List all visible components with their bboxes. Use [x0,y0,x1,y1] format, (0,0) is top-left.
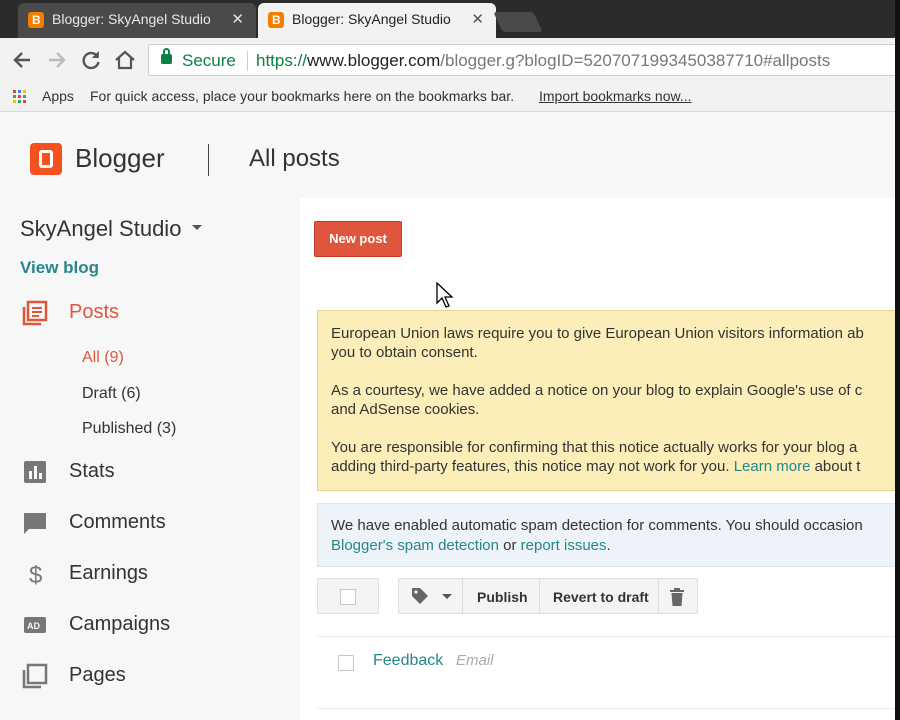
page-title: All posts [249,145,340,172]
sidebar-item-label: Posts [69,301,120,323]
ad-icon: AD [22,612,48,638]
eu-cookie-notice: European Union laws require you to give … [317,310,900,491]
spam-detection-notice: We have enabled automatic spam detection… [317,503,900,567]
notice-text: and AdSense cookies. [331,401,480,418]
label-tag-icon[interactable] [411,587,429,610]
table-row[interactable]: Feedback Email [317,636,900,690]
tab-title: Blogger: SkyAngel Studio [52,11,211,27]
notice-text: adding third-party features, this notice… [331,457,900,476]
browser-tab[interactable]: Blogger: SkyAngel Studio ✕ [18,3,256,38]
notice-text-fragment: about t [810,458,861,475]
button-divider [539,579,540,613]
sidebar-item-comments[interactable]: Comments [0,506,300,542]
svg-text:AD: AD [27,621,40,631]
header-divider [208,144,209,176]
button-divider [462,579,463,613]
sidebar-item-pages[interactable]: Pages [0,659,300,695]
import-bookmarks-link[interactable]: Import bookmarks now... [539,88,692,104]
reload-icon[interactable] [77,46,105,74]
sidebar-item-label: Stats [69,460,115,482]
notice-text-fragment: or [498,537,521,554]
dollar-icon: $ [22,561,48,589]
forward-icon[interactable] [43,46,71,74]
brand-name[interactable]: Blogger [75,143,165,174]
spam-detection-link[interactable]: Blogger's spam detection [331,537,499,554]
apps-grid-icon[interactable] [13,90,27,104]
revert-to-draft-button[interactable]: Revert to draft [553,589,649,605]
trash-icon[interactable] [670,588,684,611]
posts-icon [22,300,48,326]
view-blog-link[interactable]: View blog [20,258,99,278]
browser-toolbar: Secure https://www.blogger.com/blogger.g… [0,38,900,82]
row-checkbox[interactable] [338,655,354,671]
sidebar-subitem-published[interactable]: Published (3) [82,420,176,438]
blogger-favicon-icon [28,12,44,28]
omnibox-separator [247,51,248,71]
notice-text-fragment: We have enabled automatic spam detection… [331,517,863,534]
notice-text: you to obtain consent. [331,344,478,361]
sidebar-item-campaigns[interactable]: AD Campaigns [0,608,300,644]
sidebar-item-earnings[interactable]: $ Earnings [0,557,300,593]
chevron-down-icon[interactable] [192,225,202,230]
pages-icon [22,663,48,689]
sidebar-subitem-draft[interactable]: Draft (6) [82,385,141,403]
row-divider [317,708,900,709]
tab-title: Blogger: SkyAngel Studio [292,11,451,27]
sidebar-item-stats[interactable]: Stats [0,455,300,491]
sidebar-item-label: Comments [69,511,166,533]
close-tab-icon[interactable]: ✕ [231,10,244,28]
bookmarks-hint: For quick access, place your bookmarks h… [90,88,515,104]
blogger-favicon-icon [268,12,284,28]
address-bar[interactable]: Secure https://www.blogger.com/blogger.g… [148,44,900,76]
sidebar-item-label: Pages [69,664,126,686]
chevron-down-icon[interactable] [442,594,452,599]
sidebar-item-posts[interactable]: Posts [0,296,300,332]
report-issues-link[interactable]: report issues [521,537,607,554]
url-host: www.blogger.com [307,51,441,70]
notice-text-fragment: . [606,537,611,554]
lock-icon [161,48,172,64]
select-all-checkbox[interactable] [340,589,356,605]
notice-text: As a courtesy, we have added a notice on… [331,382,863,399]
apps-bookmark[interactable]: Apps [42,88,74,104]
select-all-checkbox-button[interactable] [317,578,379,614]
url-text: https://www.blogger.com/blogger.g?blogID… [256,51,830,71]
sidebar-item-label: Earnings [69,562,148,584]
blog-selector[interactable]: SkyAngel Studio [20,216,181,242]
notice-text: You are responsible for confirming that … [331,439,858,456]
home-icon[interactable] [111,46,139,74]
bulk-actions-group: Publish Revert to draft [398,578,698,614]
button-divider [658,579,659,613]
url-path: /blogger.g?blogID=5207071993450387710#al… [440,51,831,70]
publish-button[interactable]: Publish [477,589,528,605]
secure-label: Secure [182,51,236,70]
new-tab-button[interactable] [493,12,543,32]
learn-more-link[interactable]: Learn more [734,458,811,475]
post-title-link[interactable]: Feedback [373,652,443,670]
comments-icon [22,510,48,536]
new-post-button[interactable]: New post [314,221,402,257]
sidebar-item-label: Campaigns [69,613,171,635]
blogger-logo-icon[interactable] [30,143,62,175]
url-scheme: https:// [256,51,308,70]
sidebar-subitem-all[interactable]: All (9) [82,349,124,367]
back-icon[interactable] [8,46,36,74]
blogger-header: Blogger All posts [0,112,900,198]
mouse-cursor-icon [436,282,454,308]
stats-icon [22,459,48,485]
close-tab-icon[interactable]: ✕ [471,10,484,28]
notice-text-fragment: adding third-party features, this notice… [331,458,734,475]
notice-text: European Union laws require you to give … [331,325,864,342]
post-label[interactable]: Email [456,652,494,669]
bookmarks-bar: Apps For quick access, place your bookma… [0,82,900,112]
window-edge [895,0,900,720]
sidebar: SkyAngel Studio View blog Posts All (9) … [0,198,300,720]
browser-tab-strip: Blogger: SkyAngel Studio ✕ Blogger: SkyA… [0,0,900,38]
browser-tab-active[interactable]: Blogger: SkyAngel Studio ✕ [258,3,496,38]
notice-text: We have enabled automatic spam detection… [331,516,863,556]
svg-text:$: $ [29,562,42,587]
